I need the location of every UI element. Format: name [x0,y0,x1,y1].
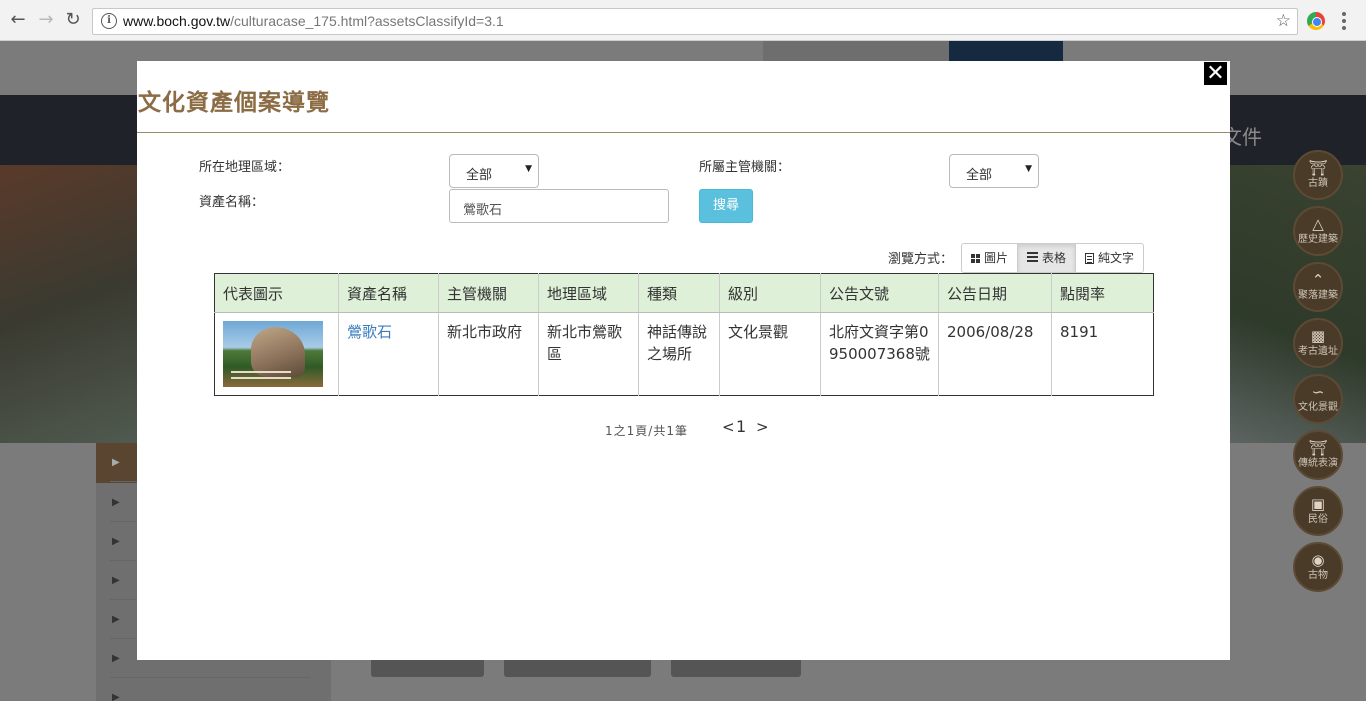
cell-name: 鶯歌石 [338,312,439,396]
col-header-category: 種類 [638,273,720,313]
side-nav-item-6[interactable]: ▣ 民俗 [1293,486,1343,536]
results-table: 代表圖示 資產名稱 主管機關 地理區域 種類 級別 公告文號 公告日期 點閱率 … [214,273,1154,396]
chevron-right-icon: ▶ [112,457,120,468]
url-text: www.boch.gov.tw/culturacase_175.html?ass… [123,13,504,29]
col-header-region: 地理區域 [538,273,639,313]
cell-level: 文化景觀 [719,312,821,396]
view-text-label: 純文字 [1098,251,1135,265]
chevron-right-icon: ▶ [112,614,120,625]
caret-down-icon: ▼ [1025,164,1032,174]
region-select-value: 全部 [466,168,493,183]
agency-select-value: 全部 [966,168,993,183]
torii-icon: ⛩ [1308,439,1328,457]
grid-icon [971,253,980,263]
temple-icon: ⛩ [1308,159,1328,177]
col-header-image: 代表圖示 [214,273,339,313]
forward-icon[interactable]: → [36,10,56,30]
cell-agency: 新北市政府 [438,312,539,396]
view-text-button[interactable]: 純文字 [1075,243,1145,273]
cell-notice-date: 2006/08/28 [938,312,1052,396]
cell-views: 8191 [1051,312,1154,396]
col-header-name: 資產名稱 [338,273,439,313]
view-mode-toggle: 圖片 表格 純文字 [961,243,1145,273]
chevron-right-icon: ▶ [112,692,120,701]
col-header-views: 點閱率 [1051,273,1154,313]
chevron-right-icon: ▶ [112,575,120,586]
case-browser-modal: 文化資產個案導覽 ✕ 所在地理區域： 全部 ▼ 所屬主管機關： 全部 ▼ 資產名… [137,61,1230,660]
info-icon[interactable]: i [101,13,117,29]
vase-icon: ◉ [1311,551,1325,569]
view-table-label: 表格 [1042,251,1067,265]
agency-label: 所屬主管機關： [699,160,791,175]
region-select[interactable]: 全部 ▼ [449,154,539,188]
pager-page-1[interactable]: 1 [736,417,746,436]
pager-prev[interactable]: < [722,418,735,436]
table-header-row: 代表圖示 資產名稱 主管機關 地理區域 種類 級別 公告文號 公告日期 點閱率 [214,273,1154,313]
pyramid-icon: △ [1312,215,1324,233]
roof-icon: ⌃ [1311,271,1325,289]
browser-toolbar: ← → ↻ i www.boch.gov.tw/culturacase_175.… [0,0,1366,41]
artifact-icon: ▩ [1310,327,1326,345]
document-icon [1085,252,1095,264]
asset-thumbnail[interactable] [223,321,323,387]
chevron-right-icon: ▶ [112,497,120,508]
view-table-button[interactable]: 表格 [1017,243,1077,273]
bg-hero-left [0,165,137,443]
col-header-notice-date: 公告日期 [938,273,1052,313]
region-label: 所在地理區域： [199,160,291,175]
side-nav-item-4[interactable]: ∽ 文化景觀 [1293,374,1343,424]
table-row: 鶯歌石 新北市政府 新北市鶯歌區 神話傳說之場所 文化景觀 北府文資字第0950… [215,312,1154,396]
agency-select[interactable]: 全部 ▼ [949,154,1039,188]
chevron-right-icon: ▶ [112,536,120,547]
extension-icon[interactable] [1307,12,1325,30]
side-nav-item-5[interactable]: ⛩ 傳統表演 [1293,430,1343,480]
cell-image [215,313,339,396]
cell-category: 神話傳說之場所 [638,312,720,396]
back-icon[interactable]: ← [8,10,28,30]
asset-name-label: 資產名稱： [199,195,265,210]
view-image-label: 圖片 [984,251,1009,265]
search-button[interactable]: 搜尋 [699,189,753,223]
side-nav-item-2[interactable]: ⌃ 聚落建築 [1293,262,1343,312]
reload-icon[interactable]: ↻ [63,10,83,30]
side-nav-item-3[interactable]: ▩ 考古遺址 [1293,318,1343,368]
col-header-agency: 主管機關 [438,273,539,313]
pager-next[interactable]: > [756,418,769,436]
browser-menu-icon[interactable] [1342,12,1346,30]
close-button[interactable]: ✕ [1203,61,1228,86]
col-header-notice-no: 公告文號 [820,273,939,313]
modal-title: 文化資產個案導覽 [138,90,330,116]
title-divider [137,132,1230,133]
side-nav-item-0[interactable]: ⛩ 古蹟 [1293,150,1343,200]
bookmark-star-icon[interactable]: ☆ [1276,11,1291,31]
caret-down-icon: ▼ [525,164,532,174]
side-nav-item-1[interactable]: △ 歷史建築 [1293,206,1343,256]
side-nav-item-7[interactable]: ◉ 古物 [1293,542,1343,592]
list-icon [1027,252,1039,264]
lantern-icon: ▣ [1310,495,1326,513]
cell-region: 新北市鶯歌區 [538,312,639,396]
divider [110,677,310,678]
col-header-level: 級別 [719,273,821,313]
view-image-button[interactable]: 圖片 [961,243,1019,273]
chevron-right-icon: ▶ [112,653,120,664]
landscape-icon: ∽ [1311,383,1325,401]
view-mode-label: 瀏覽方式： [888,252,954,267]
address-bar[interactable]: i www.boch.gov.tw/culturacase_175.html?a… [92,8,1298,35]
asset-name-input[interactable]: 鶯歌石 [449,189,669,223]
pager-info: 1之1頁/共1筆 [605,424,688,438]
asset-name-link[interactable]: 鶯歌石 [347,323,392,341]
cell-notice-no: 北府文資字第0950007368號 [820,312,939,396]
